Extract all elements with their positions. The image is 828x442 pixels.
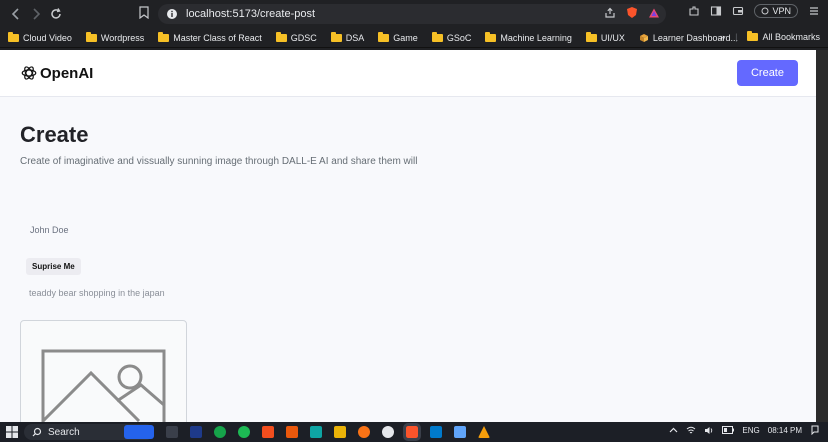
search-icon (32, 427, 42, 437)
bookmark-cloud-video[interactable]: Cloud Video (8, 31, 72, 43)
bookmark-game[interactable]: Game (378, 31, 418, 43)
folder-icon (747, 31, 759, 41)
bookmarks-divider: | (735, 32, 738, 42)
forward-button[interactable] (26, 4, 46, 24)
image-placeholder-icon (41, 349, 166, 422)
more-bookmarks-button[interactable]: » (720, 32, 725, 42)
bookmark-icon (139, 6, 149, 20)
name-input[interactable]: John Doe (30, 225, 69, 235)
system-tray: ENG 08:14 PM (669, 425, 820, 435)
wifi-icon[interactable] (686, 426, 696, 435)
app-orange-round-icon[interactable] (358, 426, 370, 438)
app-white-icon[interactable] (382, 426, 394, 438)
brave-shield-icon[interactable] (626, 6, 638, 19)
vpn-icon (761, 7, 769, 15)
surprise-me-button[interactable]: Suprise Me (26, 258, 81, 275)
logo-text: OpenAI (40, 64, 94, 82)
bookmark-label: GDSC (290, 32, 317, 43)
app-orange-icon[interactable] (286, 426, 298, 438)
app-blue-icon[interactable] (454, 426, 466, 438)
learner-dashboard-icon (639, 33, 648, 42)
bookmark-master-class-react[interactable]: Master Class of React (158, 31, 262, 43)
clock[interactable]: 08:14 PM (768, 426, 802, 435)
task-view-icon[interactable] (166, 426, 178, 438)
sidebar-icon[interactable] (710, 5, 722, 17)
reload-icon (51, 8, 61, 19)
folder-icon (158, 31, 170, 42)
openai-logo[interactable]: OpenAI (20, 64, 93, 82)
vscode-icon[interactable] (430, 426, 442, 438)
app-green-icon[interactable] (214, 426, 226, 438)
weather-widget-icon[interactable] (124, 425, 154, 439)
back-button[interactable] (6, 4, 26, 24)
volume-icon[interactable] (704, 426, 714, 435)
site-header: OpenAI Create (0, 50, 816, 97)
extensions-icon[interactable] (688, 5, 700, 17)
bookmark-page-button[interactable] (139, 6, 149, 24)
image-preview (20, 320, 187, 422)
prompt-input[interactable]: teaddy bear shopping in the japan (29, 288, 165, 298)
bookmark-ui-ux[interactable]: UI/UX (585, 31, 625, 43)
chevron-up-icon[interactable] (669, 426, 678, 435)
folder-icon (8, 31, 19, 42)
bookmark-label: DSA (345, 32, 365, 43)
bookmark-wordpress[interactable]: Wordpress (85, 31, 145, 43)
vpn-label: VPN (772, 6, 791, 16)
battery-icon[interactable] (722, 426, 735, 434)
bookmark-machine-learning[interactable]: Machine Learning (485, 31, 572, 43)
bookmark-label: Cloud Video (23, 32, 72, 43)
file-explorer-icon[interactable] (334, 426, 346, 438)
bookmark-gdsc[interactable]: GDSC (275, 31, 317, 43)
figma-icon[interactable] (262, 426, 274, 438)
bookmark-gsoc[interactable]: GSoC (431, 31, 472, 43)
brave-rewards-icon[interactable] (648, 7, 660, 19)
address-bar[interactable]: localhost:5173/create-post (158, 4, 666, 24)
page-subtitle: Create of imaginative and vissually sunn… (20, 156, 418, 167)
bookmark-dsa[interactable]: DSA (330, 31, 365, 43)
page-scrollbar[interactable] (816, 50, 828, 422)
spotify-icon[interactable] (238, 426, 250, 438)
page-title: Create (20, 122, 89, 147)
chevron-left-icon (11, 8, 19, 20)
folder-icon (85, 31, 97, 42)
folder-icon (431, 31, 443, 42)
menu-icon[interactable] (808, 5, 820, 17)
taskbar: Search ENG 08:14 PM (0, 422, 828, 442)
folder-icon (485, 31, 497, 42)
create-button[interactable]: Create (736, 60, 798, 86)
reload-button[interactable] (46, 4, 66, 24)
info-icon[interactable] (166, 8, 178, 20)
bookmark-label: Machine Learning (500, 32, 572, 43)
windows-start-icon[interactable] (6, 426, 18, 438)
search-label: Search (48, 426, 80, 438)
folder-icon (330, 31, 342, 42)
folder-icon (275, 31, 287, 42)
openai-logo-icon (21, 66, 37, 80)
share-icon[interactable] (604, 7, 616, 19)
bookmark-label: Game (393, 32, 418, 43)
wallet-icon[interactable] (732, 5, 744, 17)
bookmark-label: UI/UX (600, 32, 625, 43)
url-text: localhost:5173/create-post (186, 8, 316, 20)
photoshop-icon[interactable] (190, 426, 202, 438)
all-bookmarks-label: All Bookmarks (762, 32, 820, 42)
app-teal-icon[interactable] (310, 426, 322, 438)
bookmarks-bar: Cloud Video Wordpress Master Class of Re… (0, 28, 828, 48)
bookmark-label: GSoC (446, 32, 472, 43)
folder-icon (585, 31, 597, 42)
vpn-button[interactable]: VPN (754, 4, 798, 18)
notification-icon[interactable] (810, 425, 820, 435)
bookmark-label: Master Class of React (173, 32, 262, 43)
vlc-icon[interactable] (478, 426, 490, 438)
language-indicator[interactable]: ENG (742, 426, 759, 435)
browser-toolbar: localhost:5173/create-post VPN (0, 0, 828, 28)
all-bookmarks-button[interactable]: All Bookmarks (747, 31, 820, 42)
page-content: OpenAI Create Create Create of imaginati… (0, 50, 816, 422)
chevron-right-icon (33, 8, 41, 20)
bookmark-label: Wordpress (100, 32, 145, 43)
folder-icon (378, 31, 390, 42)
brave-taskbar-icon[interactable] (403, 423, 421, 441)
